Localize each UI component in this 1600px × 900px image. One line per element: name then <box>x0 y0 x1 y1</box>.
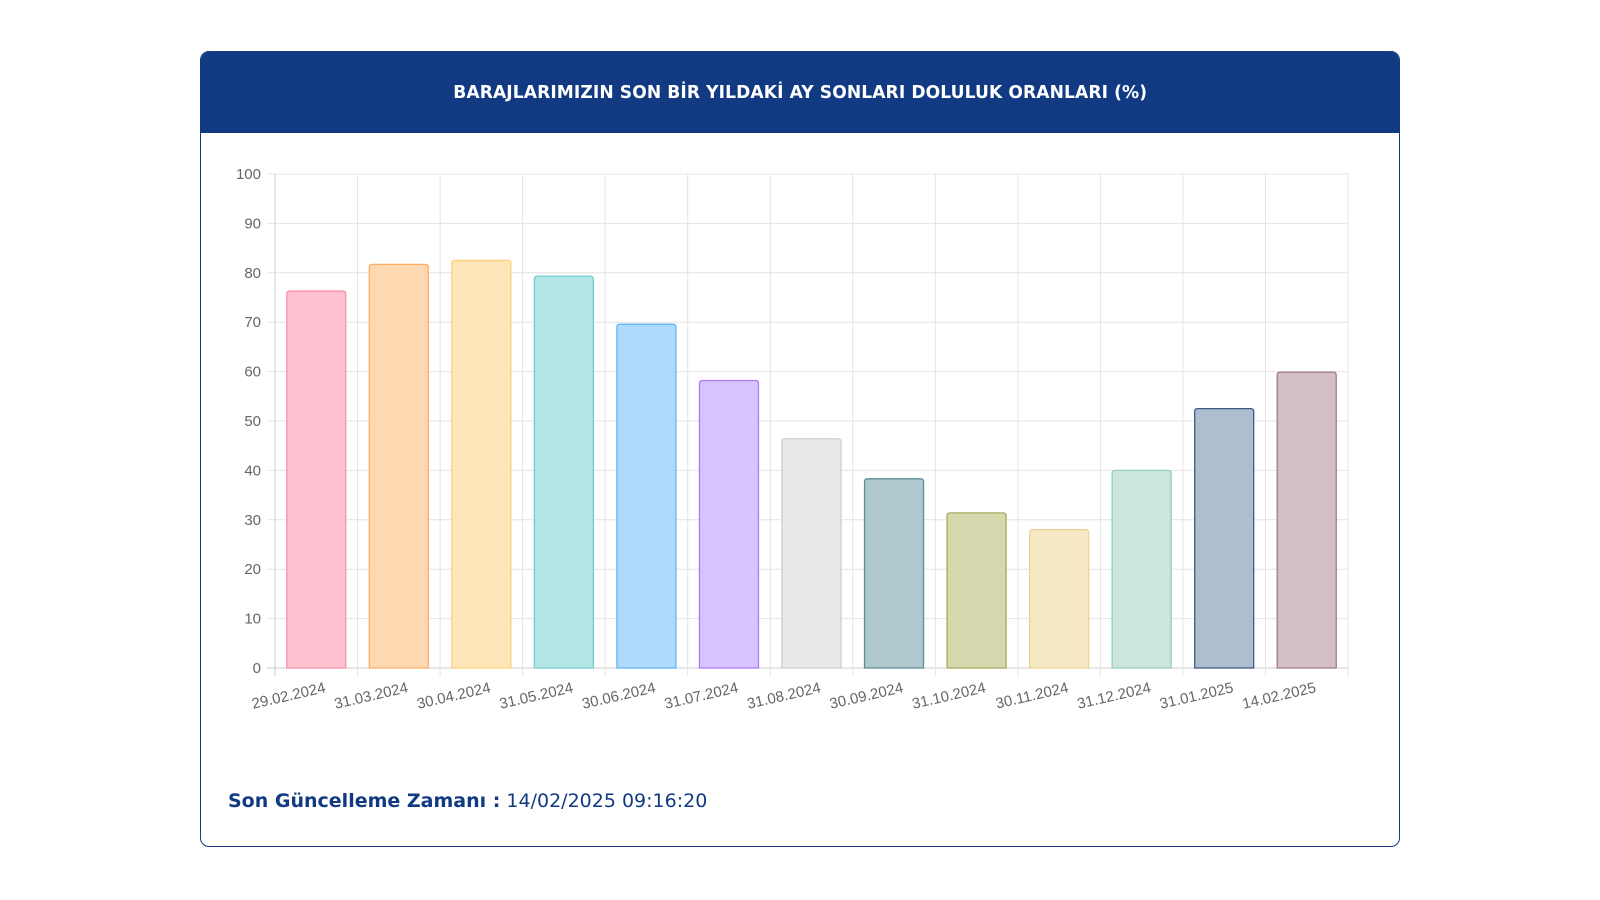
bar-29.02.2024[interactable] <box>286 290 347 669</box>
bar-31.12.2024[interactable] <box>1111 469 1172 669</box>
x-tick-label: 31.03.2024 <box>333 679 410 712</box>
bar-31.01.2025[interactable] <box>1194 408 1255 669</box>
x-tick-label: 31.07.2024 <box>663 679 740 712</box>
y-tick-label: 30 <box>244 512 261 529</box>
x-tick-label: 31.08.2024 <box>745 679 822 712</box>
y-tick-label: 70 <box>244 314 261 331</box>
bar-layer <box>286 259 1337 669</box>
y-tick-label: 40 <box>244 462 261 479</box>
chart-card: BARAJLARIMIZIN SON BİR YILDAKİ AY SONLAR… <box>200 51 1400 847</box>
y-tick-label: 20 <box>244 561 261 578</box>
x-tick-label: 30.06.2024 <box>580 679 657 712</box>
x-tick-label: 14.02.2025 <box>1241 679 1318 712</box>
bar-30.09.2024[interactable] <box>863 478 925 669</box>
bar-31.05.2024[interactable] <box>533 275 595 669</box>
x-tick-label: 31.01.2025 <box>1158 679 1235 712</box>
bar-31.07.2024[interactable] <box>698 379 760 669</box>
x-tick-label: 31.05.2024 <box>498 679 575 712</box>
bar-31.10.2024[interactable] <box>946 512 1007 669</box>
y-tick-label: 60 <box>244 364 261 381</box>
bar-31.08.2024[interactable] <box>781 438 842 669</box>
bar-14.02.2025[interactable] <box>1276 371 1337 669</box>
bar-30.04.2024[interactable] <box>451 259 512 669</box>
last-update: Son Güncelleme Zamanı : 14/02/2025 09:16… <box>228 790 707 812</box>
y-tick-label: 90 <box>244 215 261 232</box>
x-tick-label: 31.10.2024 <box>910 679 987 712</box>
x-tick-label: 30.09.2024 <box>828 679 905 712</box>
y-tick-label: 80 <box>244 265 261 282</box>
last-update-label: Son Güncelleme Zamanı : <box>228 790 501 812</box>
bar-30.06.2024[interactable] <box>616 323 677 669</box>
y-tick-label: 0 <box>253 660 261 677</box>
x-tick-label: 29.02.2024 <box>250 679 327 712</box>
bar-30.11.2024[interactable] <box>1028 529 1090 669</box>
bar-chart: 0 10 20 30 40 50 60 70 80 90 100 29.02.2024 31.03.2… <box>236 166 1349 713</box>
last-update-value: 14/02/2025 09:16:20 <box>506 790 708 812</box>
x-axis: 29.02.2024 31.03.2024 30.04.2024 31.05.2024… <box>250 679 1317 712</box>
y-tick-label: 50 <box>244 413 261 430</box>
y-axis: 0 10 20 30 40 50 60 70 80 90 100 <box>236 166 261 677</box>
y-tick-label: 10 <box>244 611 261 628</box>
x-tick-label: 30.04.2024 <box>415 679 492 712</box>
x-tick-label: 31.12.2024 <box>1076 679 1153 712</box>
x-tick-label: 30.11.2024 <box>994 679 1070 712</box>
bar-31.03.2024[interactable] <box>368 263 429 669</box>
y-tick-label: 100 <box>236 166 261 183</box>
